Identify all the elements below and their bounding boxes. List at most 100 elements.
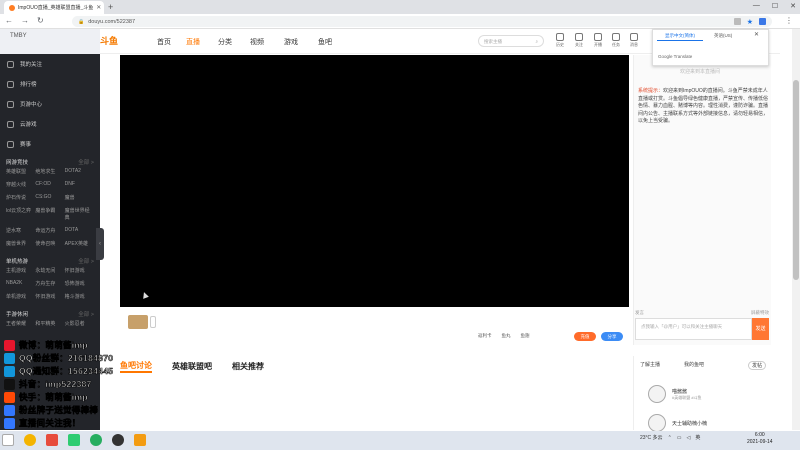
sidebar-item-ranking[interactable]: 排行榜	[0, 74, 100, 94]
category-game-link[interactable]: 魔兽世界	[6, 240, 35, 247]
app-icon[interactable]	[46, 434, 58, 446]
recharge-button[interactable]: 充值	[574, 332, 596, 341]
category-game-link[interactable]: 王者荣耀	[6, 320, 35, 327]
wechat-icon[interactable]	[68, 434, 80, 446]
category-game-link[interactable]: DNF	[65, 181, 94, 188]
nav-yuba[interactable]: 鱼吧	[318, 37, 332, 47]
category-game-link[interactable]: 怀旧游戏	[35, 293, 64, 300]
category-game-link[interactable]: 和平精英	[35, 320, 64, 327]
sidebar-item-following[interactable]: 我的关注	[0, 54, 100, 74]
nav-category[interactable]: 分类	[218, 37, 232, 47]
network-icon[interactable]: ▭	[677, 435, 682, 441]
category-game-link[interactable]: 主机游戏	[6, 267, 35, 274]
sidebar-collapse-handle[interactable]: ‹	[96, 228, 104, 260]
category-game-link[interactable]: 方舟生存	[35, 280, 64, 287]
yuwan-label[interactable]: 鱼丸	[502, 333, 511, 339]
extension-icon[interactable]	[759, 17, 766, 25]
category-game-link[interactable]: 永劫无间	[35, 267, 64, 274]
category-game-link[interactable]: DOTA	[65, 227, 94, 234]
category-game-link[interactable]: CS:GO	[35, 194, 64, 201]
star-icon[interactable]: ★	[747, 18, 753, 26]
tab-recommend[interactable]: 相关推荐	[232, 361, 264, 372]
category-game-link[interactable]: 魔兽	[65, 194, 94, 201]
search-icon[interactable]: ⌕	[535, 39, 538, 44]
category-game-link[interactable]: CF:OD	[35, 181, 64, 188]
category-game-link[interactable]: 使命召唤	[35, 240, 64, 247]
history-button[interactable]: 历史	[556, 33, 564, 48]
yuchi-label[interactable]: 鱼翅	[521, 333, 530, 339]
category-game-link[interactable]: 绝地求生	[35, 168, 64, 175]
site-logo[interactable]: 斗鱼	[100, 34, 118, 47]
minimize-icon[interactable]: —	[753, 2, 760, 10]
sidebar-item-events[interactable]: 赛事	[0, 134, 100, 154]
sidebar-item-webgames[interactable]: 页游中心	[0, 94, 100, 114]
chat-mode-label[interactable]: 发言	[635, 310, 644, 316]
translate-tab-english[interactable]: 英语(US)	[710, 32, 736, 40]
block-effects-toggle[interactable]: 屏蔽特效	[751, 310, 769, 316]
send-button[interactable]: 发送	[752, 318, 769, 340]
category-game-link[interactable]: 火影忍者	[65, 320, 94, 327]
back-icon[interactable]: ←	[5, 16, 13, 25]
gift-icon[interactable]	[128, 315, 148, 329]
browser-menu-icon[interactable]: ⋮	[785, 16, 793, 25]
scrollbar-thumb[interactable]	[793, 80, 799, 280]
nav-live[interactable]: 直播	[186, 37, 200, 47]
reload-icon[interactable]: ↻	[37, 16, 44, 25]
category-game-link[interactable]: 恐怖游戏	[65, 280, 94, 287]
nav-video[interactable]: 视频	[250, 37, 264, 47]
category-game-link[interactable]: 怀旧游戏	[65, 267, 94, 274]
category-game-link[interactable]: 单机游戏	[6, 293, 35, 300]
forward-icon[interactable]: →	[21, 16, 29, 25]
category-game-link[interactable]: DOTA2	[65, 168, 94, 175]
chrome-icon[interactable]	[24, 434, 36, 446]
tray-arrow-icon[interactable]: ⌃	[668, 435, 672, 441]
category-game-link[interactable]: lol云顶之弈	[6, 207, 35, 221]
category-game-link[interactable]: 魔兽争霸	[35, 207, 64, 221]
message-button[interactable]: 消息	[630, 33, 638, 48]
gift-area[interactable]	[128, 315, 158, 329]
share-button[interactable]: 分享	[601, 332, 623, 341]
list-item[interactable]: 喵酱酱 #英雄联盟 #斗鱼	[648, 385, 702, 403]
category-game-link[interactable]: APEX英雄	[65, 240, 94, 247]
category-more-link[interactable]: 全部 >	[78, 310, 94, 318]
volume-icon[interactable]: ◁	[687, 435, 691, 441]
maximize-icon[interactable]: ☐	[772, 2, 778, 10]
follow-button[interactable]: 关注	[575, 33, 583, 48]
video-player[interactable]	[120, 55, 629, 307]
weather[interactable]: 23°C 多云	[640, 434, 663, 441]
app-icon[interactable]	[90, 434, 102, 446]
start-icon[interactable]	[2, 434, 14, 446]
clock[interactable]: 6:00 2021-09-14	[747, 432, 773, 446]
close-tab-icon[interactable]: ✕	[96, 4, 101, 11]
category-game-link[interactable]: 逆水寒	[6, 227, 35, 234]
input-language[interactable]: 英	[695, 434, 700, 441]
post-button[interactable]: 发帖	[748, 361, 767, 370]
list-item[interactable]: 天士辅助楠小楠	[648, 414, 707, 432]
rebate-card-label[interactable]: 返利卡	[478, 333, 492, 339]
category-game-link[interactable]: 英雄联盟	[6, 168, 35, 175]
sidebar-item-cloudgame[interactable]: 云游戏	[0, 114, 100, 134]
translate-tab-chinese[interactable]: 显示中文(简体)	[657, 32, 703, 41]
category-game-link[interactable]: 魔兽世界经典	[65, 207, 94, 221]
chat-input[interactable]: 点我输入「@用户」可以和关注主播聊天	[635, 318, 752, 340]
category-more-link[interactable]: 全部 >	[78, 257, 94, 265]
category-game-link[interactable]: 穿越火线	[6, 181, 35, 188]
translate-icon[interactable]	[733, 17, 741, 25]
task-button[interactable]: 任务	[612, 33, 620, 48]
category-game-link[interactable]: 命运方舟	[35, 227, 64, 234]
close-window-icon[interactable]: ✕	[790, 2, 796, 10]
tab-lol-bar[interactable]: 英雄联盟吧	[172, 361, 212, 372]
search-input[interactable]: 搜索主播 ⌕	[478, 35, 544, 47]
broadcast-button[interactable]: 开播	[594, 33, 602, 48]
obs-icon[interactable]	[112, 434, 124, 446]
tab-about-anchor[interactable]: 了解主播	[640, 361, 660, 370]
sidebar-logo[interactable]: TMBY	[0, 29, 100, 54]
tab-my-yuba[interactable]: 我的鱼吧	[684, 361, 704, 370]
gift-slot-icon[interactable]	[150, 316, 156, 328]
category-game-link[interactable]: 炉石传说	[6, 194, 35, 201]
app-icon[interactable]	[134, 434, 146, 446]
category-more-link[interactable]: 全部 >	[78, 158, 94, 166]
category-game-link[interactable]: 格斗游戏	[65, 293, 94, 300]
close-icon[interactable]: ✕	[754, 31, 759, 38]
new-tab-icon[interactable]: +	[108, 2, 113, 12]
